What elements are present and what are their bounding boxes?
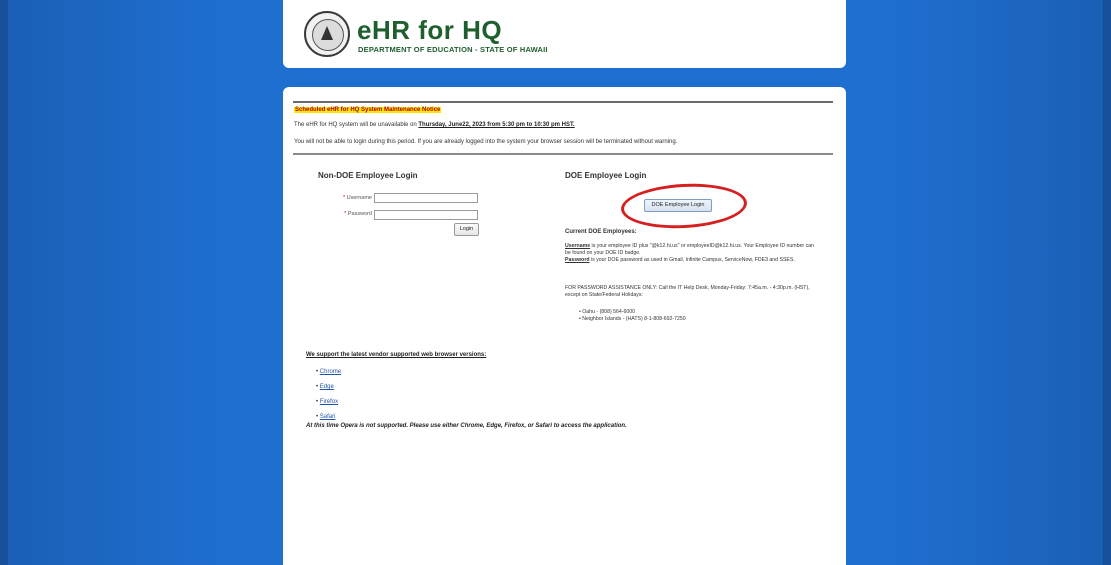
phone-oahu: Oahu - (808) 564-6000 [579,309,686,316]
username-label-text: Username [346,195,372,201]
username-explanation: is your employee ID plus "@k12.hi.us" or… [565,243,814,256]
main-content-card: Scheduled eHR for HQ System Maintenance … [283,87,846,565]
safari-link[interactable]: Safari [320,414,336,420]
opera-not-supported-note: At this time Opera is not supported. Ple… [306,423,627,429]
doe-employee-login-button[interactable]: DOE Employee Login [644,199,712,212]
non-doe-login-heading: Non-DOE Employee Login [318,171,418,180]
list-item: Chrome [316,365,341,380]
background-edge-right [1103,0,1111,565]
divider-top [293,101,833,103]
username-input[interactable] [374,193,478,203]
notice-date: Thursday, June22, 2023 from 5:30 pm to 1… [418,122,575,128]
state-seal-icon [304,11,350,57]
password-explanation: is your DOE password as used in Gmail, I… [589,257,795,263]
password-input[interactable] [374,210,478,220]
list-item: Firefox [316,395,341,410]
maintenance-notice-title: Scheduled eHR for HQ System Maintenance … [294,107,442,113]
firefox-link[interactable]: Firefox [320,399,338,405]
browser-support-heading: We support the latest vendor supported w… [306,352,487,358]
chrome-link[interactable]: Chrome [320,369,341,375]
username-term: Username [565,243,591,249]
current-doe-employees-heading: Current DOE Employees: [565,229,637,235]
list-item: Edge [316,380,341,395]
login-button[interactable]: Login [454,223,479,236]
doe-login-heading: DOE Employee Login [565,171,647,180]
password-label-text: Password [347,211,372,217]
header-banner: eHR for HQ DEPARTMENT OF EDUCATION - STA… [283,0,846,68]
edge-link[interactable]: Edge [320,384,334,390]
background-edge-left [0,0,8,565]
maintenance-notice-line1: The eHR for HQ system will be unavailabl… [294,122,575,128]
password-assistance-text: FOR PASSWORD ASSISTANCE ONLY: Call the I… [565,285,810,298]
password-term: Password [565,257,590,263]
help-desk-phone-list: Oahu - (808) 564-6000 Neighbor Islands -… [579,309,686,323]
maintenance-notice-line2: You will not be able to login during thi… [294,139,678,145]
phone-neighbor-islands: Neighbor Islands - (HATS) 8-1-808-692-72… [579,316,685,323]
password-label: * Password [332,211,372,217]
divider-middle [293,153,833,155]
app-subtitle: DEPARTMENT OF EDUCATION - STATE OF HAWAI… [358,45,548,54]
notice-line1-prefix: The eHR for HQ system will be unavailabl… [294,122,419,128]
required-marker: * [344,211,347,217]
required-marker: * [342,195,346,201]
credentials-help-text: Username is your employee ID plus "@k12.… [565,243,815,264]
browser-list: Chrome Edge Firefox Safari [316,365,341,425]
username-label: * Username [332,195,372,201]
app-title: eHR for HQ [357,15,503,45]
